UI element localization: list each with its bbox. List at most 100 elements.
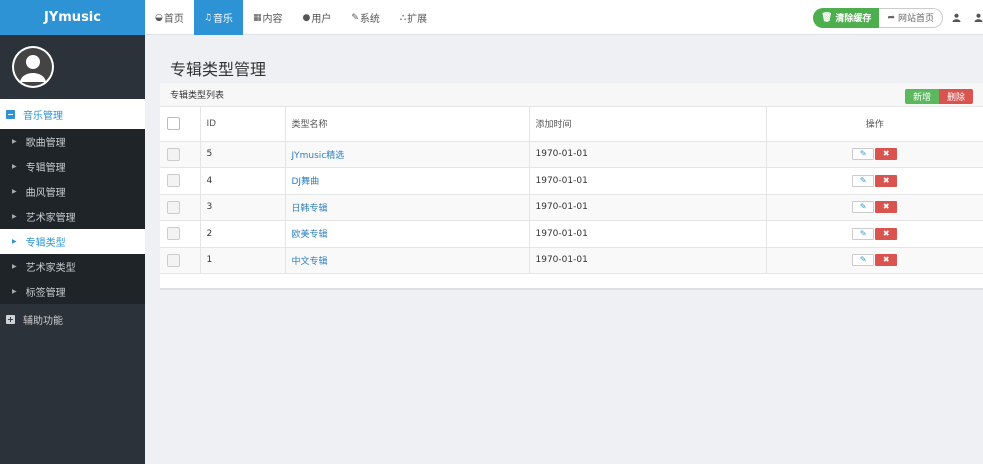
type-name-link[interactable]: 中文专辑 <box>292 257 328 267</box>
site-home-button[interactable]: ➦ 网站首页 <box>879 7 943 28</box>
nav-item-extend[interactable]: ⛬ 扩展 <box>390 0 437 35</box>
nav-item-music[interactable]: ♫ 音乐 <box>193 0 243 35</box>
type-name-link[interactable]: 欧美专辑 <box>292 230 328 240</box>
edit-icon[interactable]: ✎ <box>852 148 875 161</box>
row-id: 2 <box>200 220 286 248</box>
nav-item-system[interactable]: ✎ 系统 <box>341 0 390 35</box>
row-ops-cell: ✎ ✖ <box>766 247 983 274</box>
content-icon: ▦ <box>252 12 262 23</box>
row-time: 1970-01-01 <box>529 220 767 248</box>
sitemap-icon: ⛬ <box>399 12 407 23</box>
row-ops-cell: ✎ ✖ <box>766 220 983 248</box>
sidebar-item-label: 专辑管理 <box>25 163 66 174</box>
nav-label: 音乐 <box>212 14 233 25</box>
wrench-icon: ✎ <box>351 12 359 23</box>
delete-x-icon[interactable]: ✖ <box>875 148 898 161</box>
sidebar-item-genres[interactable]: ▶ 曲风管理 <box>0 179 145 204</box>
edit-icon[interactable]: ✎ <box>852 174 875 187</box>
sidebar-group-label: 辅助功能 <box>23 315 63 327</box>
table-row: 5 JYmusic精选 1970-01-01 ✎ ✖ <box>160 141 983 168</box>
nav-item-content[interactable]: ▦ 内容 <box>243 0 293 35</box>
sidebar-group-music[interactable]: − 音乐管理 <box>0 99 145 129</box>
type-name-link[interactable]: 日韩专辑 <box>292 204 328 214</box>
sidebar-item-label: 专辑类型 <box>25 238 66 249</box>
delete-x-icon[interactable]: ✖ <box>875 201 898 214</box>
edit-icon[interactable]: ✎ <box>852 227 875 240</box>
sidebar-item-tags[interactable]: ▶ 标签管理 <box>0 279 145 304</box>
delete-x-icon[interactable]: ✖ <box>875 227 898 240</box>
delete-x-icon[interactable]: ✖ <box>875 174 898 187</box>
settings-icon[interactable] <box>969 13 983 22</box>
row-id: 3 <box>200 194 286 221</box>
table-row: 2 欧美专辑 1970-01-01 ✎ ✖ <box>160 220 983 248</box>
sidebar-item-album-types[interactable]: ▶ 专辑类型 <box>0 229 145 254</box>
row-checkbox[interactable] <box>167 147 180 161</box>
nav-label: 系统 <box>359 14 380 25</box>
sidebar-item-songs[interactable]: ▶ 歌曲管理 <box>0 129 145 154</box>
row-checkbox[interactable] <box>167 253 180 267</box>
row-name-cell: 日韩专辑 <box>285 194 530 221</box>
row-name-cell: 中文专辑 <box>285 247 530 274</box>
caret-right-icon: ▶ <box>12 213 17 220</box>
row-select-cell <box>160 141 201 168</box>
nav-label: 用户 <box>311 14 332 25</box>
row-name-cell: DJ舞曲 <box>285 167 530 195</box>
site-home-label: 网站首页 <box>897 14 934 24</box>
type-name-link[interactable]: DJ舞曲 <box>292 177 320 187</box>
select-all-checkbox[interactable] <box>167 117 180 131</box>
delete-button[interactable]: 删除 <box>938 89 973 104</box>
trash-icon: 🗑 <box>820 12 833 23</box>
album-type-panel: 专辑类型列表 新增 删除 ID 类型名称 添加时间 操作 5 JYmusic精选… <box>160 83 983 290</box>
row-ops-cell: ✎ ✖ <box>766 194 983 221</box>
sidebar-sub-list: ▶ 歌曲管理 ▶ 专辑管理 ▶ 曲风管理 ▶ 艺术家管理 ▶ 专辑类型 ▶ 艺术家类型 ▶ 标… <box>0 129 145 304</box>
sidebar-item-artist-types[interactable]: ▶ 艺术家类型 <box>0 254 145 279</box>
table-header-row: ID 类型名称 添加时间 操作 <box>160 107 983 142</box>
header-ops: 操作 <box>766 107 983 142</box>
row-select-cell <box>160 247 201 274</box>
table-row: 3 日韩专辑 1970-01-01 ✎ ✖ <box>160 194 983 221</box>
minus-square-icon: − <box>6 109 15 119</box>
album-type-table: ID 类型名称 添加时间 操作 5 JYmusic精选 1970-01-01 ✎… <box>160 107 983 274</box>
sidebar-item-label: 歌曲管理 <box>25 138 66 149</box>
avatar-area <box>0 35 145 99</box>
row-checkbox[interactable] <box>167 174 180 188</box>
row-select-cell <box>160 220 201 248</box>
row-time: 1970-01-01 <box>529 247 767 274</box>
edit-icon[interactable]: ✎ <box>852 254 875 267</box>
header-time: 添加时间 <box>529 107 767 142</box>
row-time: 1970-01-01 <box>529 141 767 168</box>
user-profile-icon[interactable] <box>945 13 967 22</box>
table-row: 4 DJ舞曲 1970-01-01 ✎ ✖ <box>160 167 983 195</box>
edit-icon[interactable]: ✎ <box>852 201 875 214</box>
top-bar: JYmusic ◒ 首页 ♫ 音乐 ▦ 内容 ● 用户 ✎ 系统 ⛬ 扩展 🗑 清除缓存 ➦ 网… <box>0 0 983 35</box>
row-time: 1970-01-01 <box>529 167 767 195</box>
brand-logo[interactable]: JYmusic <box>0 0 145 35</box>
sidebar-item-label: 艺术家类型 <box>25 263 76 274</box>
header-id: ID <box>200 107 286 142</box>
user-avatar-icon <box>14 48 52 86</box>
nav-label: 扩展 <box>407 14 428 25</box>
row-checkbox[interactable] <box>167 227 180 241</box>
nav-label: 内容 <box>262 14 283 25</box>
nav-item-user[interactable]: ● 用户 <box>292 0 341 35</box>
delete-x-icon[interactable]: ✖ <box>875 254 898 267</box>
caret-right-icon: ▶ <box>12 138 17 145</box>
sidebar-item-artists[interactable]: ▶ 艺术家管理 <box>0 204 145 229</box>
type-name-link[interactable]: JYmusic精选 <box>292 151 345 161</box>
plus-square-icon: + <box>6 314 15 324</box>
avatar[interactable] <box>12 46 54 88</box>
row-name-cell: JYmusic精选 <box>285 141 530 168</box>
select-all-cell <box>160 107 201 142</box>
panel-actions: 新增 删除 <box>904 89 973 104</box>
clear-cache-button[interactable]: 🗑 清除缓存 <box>812 7 880 28</box>
nav-item-home[interactable]: ◒ 首页 <box>145 0 194 35</box>
sidebar-item-albums[interactable]: ▶ 专辑管理 <box>0 154 145 179</box>
caret-right-icon: ▶ <box>12 188 17 195</box>
row-checkbox[interactable] <box>167 200 180 214</box>
row-id: 4 <box>200 167 286 195</box>
sidebar-item-label: 标签管理 <box>25 288 66 299</box>
table-row: 1 中文专辑 1970-01-01 ✎ ✖ <box>160 247 983 274</box>
sidebar: − 音乐管理 ▶ 歌曲管理 ▶ 专辑管理 ▶ 曲风管理 ▶ 艺术家管理 ▶ 专辑类型 ▶ 艺… <box>0 35 145 464</box>
sidebar-group-aux[interactable]: + 辅助功能 <box>0 304 145 334</box>
add-button[interactable]: 新增 <box>904 89 939 104</box>
